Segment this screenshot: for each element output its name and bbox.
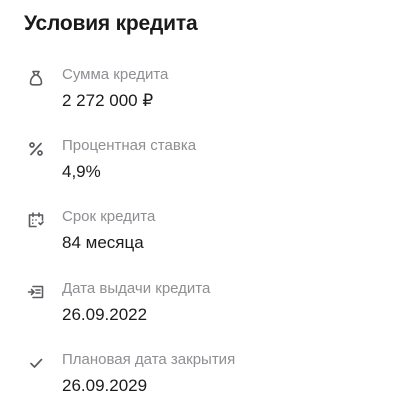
issue-date-row: Дата выдачи кредита 26.09.2022 xyxy=(0,280,400,340)
loan-term-value: 84 месяца xyxy=(62,233,144,252)
loan-amount-label: Сумма кредита xyxy=(62,66,169,83)
issue-date-value: 26.09.2022 xyxy=(62,305,148,324)
closing-date-value: 26.09.2029 xyxy=(62,376,148,395)
section-title: Условия кредита xyxy=(24,12,198,35)
loan-amount-row: Сумма кредита 2 272 000 ₽ xyxy=(0,66,400,126)
money-bag-icon xyxy=(26,68,46,88)
interest-rate-value: 4,9% xyxy=(62,162,101,181)
issue-date-label: Дата выдачи кредита xyxy=(62,280,211,297)
interest-rate-row: Процентная ставка 4,9% xyxy=(0,137,400,197)
issue-transfer-icon xyxy=(26,282,46,302)
loan-term-label: Срок кредита xyxy=(62,208,156,225)
loan-terms-screen: Условия кредита Сумма кредита 2 272 000 … xyxy=(0,0,400,420)
closing-date-label: Плановая дата закрытия xyxy=(62,351,236,368)
closing-date-row: Плановая дата закрытия 26.09.2029 xyxy=(0,351,400,411)
calendar-icon xyxy=(26,210,46,230)
percent-icon xyxy=(26,139,46,159)
loan-amount-value: 2 272 000 ₽ xyxy=(62,91,154,110)
checkmark-icon xyxy=(26,353,46,373)
interest-rate-label: Процентная ставка xyxy=(62,137,197,154)
loan-term-row: Срок кредита 84 месяца xyxy=(0,208,400,268)
